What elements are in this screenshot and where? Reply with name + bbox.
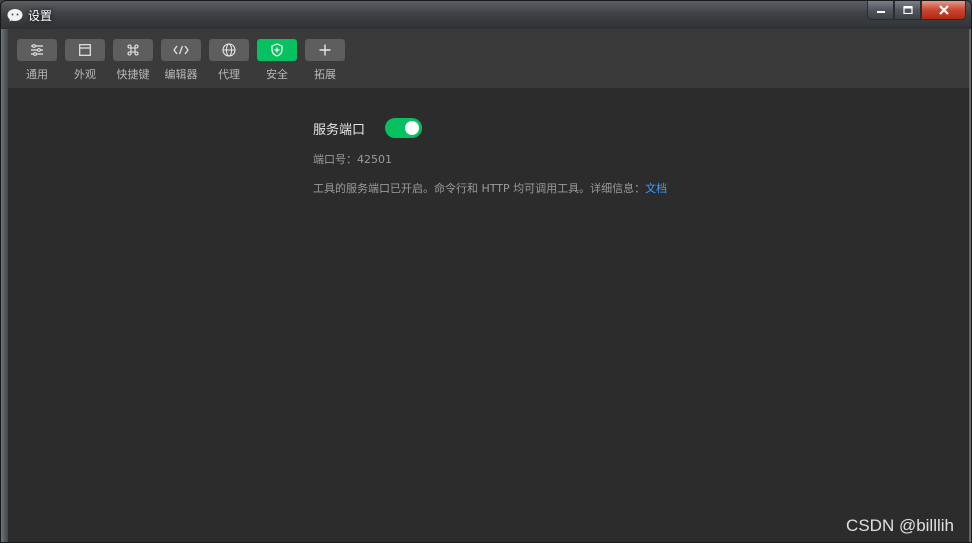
tab-editor-button[interactable]: [161, 39, 201, 61]
plus-icon: [319, 44, 331, 56]
tab-general-button[interactable]: [17, 39, 57, 61]
tab-proxy[interactable]: 代理: [209, 39, 249, 82]
tab-extensions[interactable]: 拓展: [305, 39, 345, 82]
settings-window: 设置 通用 外观 快捷键 编辑器 代理 安全 拓展 服务端口 端口号：42501…: [0, 0, 972, 543]
tab-shortcuts-button[interactable]: [113, 39, 153, 61]
tab-editor[interactable]: 编辑器: [161, 39, 201, 82]
close-icon: [938, 5, 949, 15]
tab-shortcuts[interactable]: 快捷键: [113, 39, 153, 82]
tab-proxy-label: 代理: [218, 68, 240, 81]
sliders-icon: [31, 44, 43, 56]
tab-security[interactable]: 安全: [257, 39, 297, 82]
port-number-line: 端口号：42501: [313, 151, 813, 167]
wechat-devtools-icon: [7, 7, 23, 23]
command-key-icon: [127, 44, 139, 56]
settings-toolbar: 通用 外观 快捷键 编辑器 代理 安全 拓展: [8, 29, 969, 88]
settings-content: 服务端口 端口号：42501 工具的服务端口已开启。命令行和 HTTP 均可调用…: [8, 88, 969, 542]
description-text: 工具的服务端口已开启。命令行和 HTTP 均可调用工具。详细信息：: [313, 182, 646, 195]
close-button[interactable]: [921, 1, 966, 20]
maximize-icon: [902, 6, 913, 14]
service-port-description: 工具的服务端口已开启。命令行和 HTTP 均可调用工具。详细信息：文档: [313, 180, 813, 196]
tab-security-label: 安全: [266, 68, 288, 81]
service-port-toggle[interactable]: [385, 118, 423, 138]
tab-appearance[interactable]: 外观: [65, 39, 105, 82]
toggle-knob: [405, 121, 420, 135]
globe-icon: [222, 43, 236, 57]
code-brackets-icon: [173, 45, 189, 55]
tab-general-label: 通用: [26, 68, 48, 81]
port-value: 42501: [357, 153, 392, 166]
tab-security-button[interactable]: [257, 39, 297, 61]
tab-shortcuts-label: 快捷键: [116, 68, 150, 81]
maximize-button[interactable]: [894, 1, 921, 20]
minimize-icon: [876, 11, 885, 13]
service-port-row: 服务端口: [313, 118, 813, 138]
doc-link[interactable]: 文档: [645, 182, 667, 195]
shield-icon: [271, 43, 283, 57]
window-layout-icon: [79, 44, 91, 56]
service-port-title: 服务端口: [313, 122, 366, 138]
port-label: 端口号：: [313, 153, 357, 166]
tab-proxy-button[interactable]: [209, 39, 249, 61]
minimize-button[interactable]: [867, 1, 894, 20]
tab-editor-label: 编辑器: [164, 68, 198, 81]
tab-extensions-label: 拓展: [314, 68, 336, 81]
tab-general[interactable]: 通用: [17, 39, 57, 82]
csdn-watermark: CSDN @billlih: [846, 516, 954, 535]
tab-extensions-button[interactable]: [305, 39, 345, 61]
tab-appearance-label: 外观: [74, 68, 96, 81]
window-controls: [867, 1, 966, 21]
tab-appearance-button[interactable]: [65, 39, 105, 61]
window-title: 设置: [28, 8, 53, 23]
title-bar[interactable]: 设置: [1, 1, 971, 29]
window-frame-left: [1, 29, 8, 542]
service-port-section: 服务端口 端口号：42501 工具的服务端口已开启。命令行和 HTTP 均可调用…: [313, 118, 813, 196]
